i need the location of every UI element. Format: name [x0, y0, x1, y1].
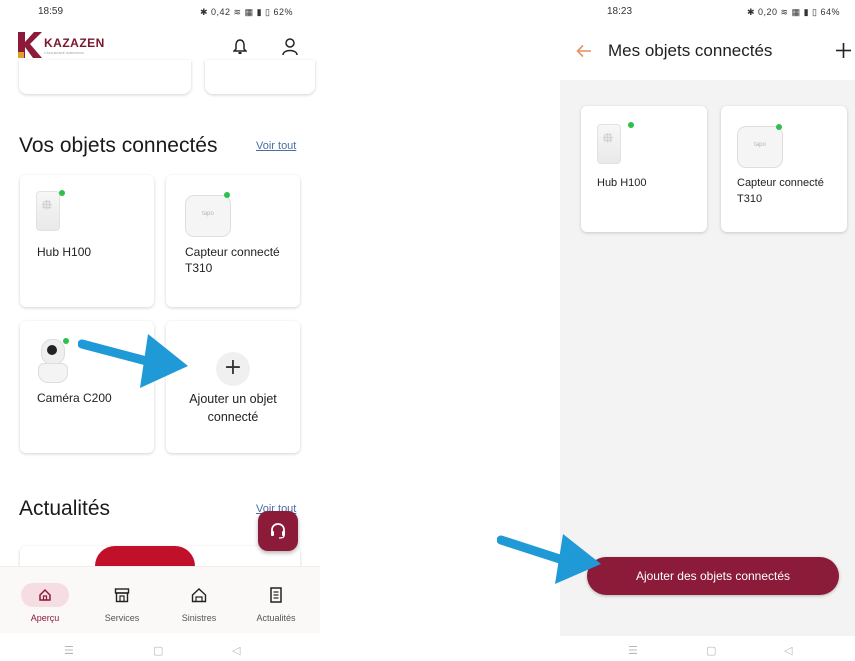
status-time: 18:23 [607, 6, 633, 17]
plus-icon[interactable] [836, 43, 851, 58]
bell-icon[interactable] [233, 39, 247, 55]
device-label: Caméra C200 [37, 391, 112, 405]
nav-label: Actualités [256, 613, 296, 623]
online-indicator [628, 122, 634, 128]
status-icons: ✱ 0,42 ≋ ▦ ▮ ▯ 62% [200, 7, 294, 17]
online-indicator [224, 192, 230, 198]
hub-icon [597, 124, 621, 164]
profile-icon[interactable] [282, 38, 298, 56]
annotation-arrow [497, 534, 601, 584]
hub-icon [36, 191, 60, 231]
previous-card[interactable] [19, 60, 191, 94]
nav-label: Services [104, 613, 140, 623]
online-indicator [59, 190, 65, 196]
device-label: Hub H100 [597, 177, 647, 189]
previous-card[interactable] [205, 60, 315, 94]
add-devices-button[interactable]: Ajouter des objets connectés [587, 557, 839, 595]
online-indicator [776, 124, 782, 130]
arrow-left-icon[interactable] [576, 44, 592, 58]
sensor-icon: tapo [737, 126, 783, 168]
device-card-sensor[interactable]: tapo Capteur connecté T310 [721, 106, 847, 232]
nav-label: Sinistres [181, 613, 217, 623]
nav-item-services[interactable]: Services [87, 567, 157, 633]
store-icon [98, 583, 146, 607]
device-card-hub[interactable]: Hub H100 [20, 175, 154, 307]
device-label: Capteur connecté T310 [737, 177, 824, 205]
system-menu-button[interactable]: ☰ [64, 644, 74, 657]
device-card-hub[interactable]: Hub H100 [581, 106, 707, 232]
logo-tagline: L'ASSURANCE HABITATION [44, 51, 84, 55]
sensor-icon: tapo [185, 195, 231, 237]
right-phone-screen: 18:23 ✱ 0,20 ≋ ▦ ▮ ▯ 64% Mes objets conn… [560, 0, 855, 661]
system-menu-button[interactable]: ☰ [628, 644, 638, 657]
sensor-brand-text: tapo [754, 142, 766, 148]
system-home-button[interactable]: ▢ [153, 644, 163, 657]
nav-label: Aperçu [30, 613, 60, 623]
nav-item-actualites[interactable]: Actualités [241, 567, 311, 633]
page-title: Mes objets connectés [608, 41, 773, 60]
home-icon [21, 583, 69, 607]
system-home-button[interactable]: ▢ [706, 644, 716, 657]
status-time: 18:59 [38, 6, 64, 17]
section-title-connected: Vos objets connectés [19, 134, 218, 157]
bottom-navigation: Aperçu Services Sinistres Actualités [0, 566, 320, 633]
news-icon [252, 583, 300, 607]
logo-text: KAZAZEN [44, 36, 105, 50]
nav-item-sinistres[interactable]: Sinistres [164, 567, 234, 633]
device-label: Hub H100 [37, 245, 92, 259]
device-card-sensor[interactable]: tapo Capteur connecté T310 [166, 175, 300, 307]
headset-icon [271, 523, 285, 539]
nav-item-apercu[interactable]: Aperçu [10, 567, 80, 633]
section-title-news: Actualités [19, 497, 111, 520]
support-fab[interactable] [258, 511, 298, 551]
logo-k-icon [18, 32, 42, 58]
add-device-label: Ajouter un objet connecté [189, 392, 277, 424]
plus-icon: + [216, 352, 250, 386]
online-indicator [63, 338, 69, 344]
status-icons: ✱ 0,20 ≋ ▦ ▮ ▯ 64% [747, 7, 841, 17]
annotation-arrow [78, 334, 188, 388]
camera-icon [38, 339, 68, 383]
see-all-connected-link[interactable]: Voir tout [256, 140, 296, 152]
house-claim-icon [175, 583, 223, 607]
system-back-button[interactable]: ◁ [784, 644, 792, 657]
device-label: Capteur connecté T310 [185, 245, 280, 275]
system-back-button[interactable]: ◁ [232, 644, 240, 657]
sensor-brand-text: tapo [202, 211, 214, 217]
